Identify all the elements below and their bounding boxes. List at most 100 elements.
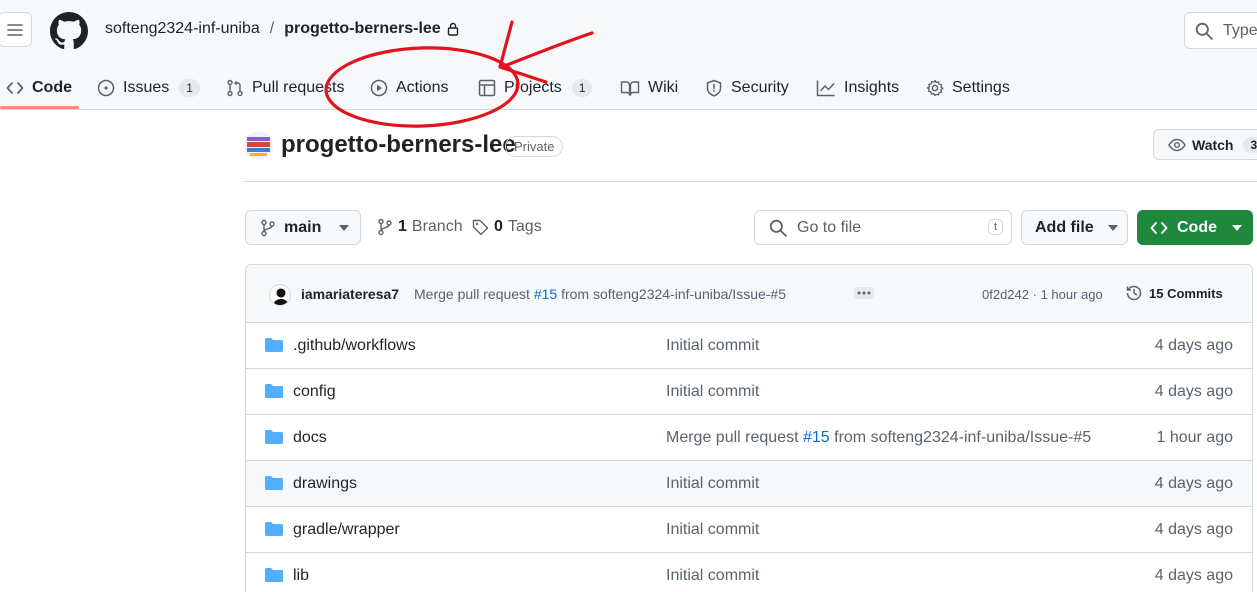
commit-hash: 0f2d242: [982, 287, 1029, 302]
file-name[interactable]: lib: [293, 567, 309, 585]
commits-link[interactable]: 15 Commits: [1125, 284, 1223, 302]
visibility-badge: Private: [505, 136, 564, 157]
shield-icon: [706, 79, 722, 97]
tab-issues-label: Issues: [123, 79, 170, 96]
branch-icon: [378, 218, 392, 236]
tag-icon: [472, 219, 489, 235]
file-row[interactable]: drawings Initial commit 4 days ago: [246, 461, 1252, 507]
search-label: Type: [1223, 21, 1257, 39]
file-name[interactable]: gradle/wrapper: [293, 521, 400, 539]
graph-icon: [816, 80, 835, 97]
menu-button[interactable]: [0, 12, 32, 47]
folder-icon: [265, 568, 283, 582]
github-logo-icon[interactable]: [50, 12, 88, 50]
play-icon: [370, 79, 388, 97]
divider: [244, 181, 1257, 182]
lock-icon: [447, 22, 458, 36]
tab-insights[interactable]: Insights: [816, 66, 899, 110]
tab-pull-requests-label: Pull requests: [252, 79, 345, 96]
commit-time: 1 hour ago: [1040, 287, 1103, 302]
tab-settings[interactable]: Settings: [926, 66, 1010, 110]
folder-icon: [265, 476, 283, 490]
go-to-file-input[interactable]: Go to file t: [754, 210, 1012, 245]
watch-button[interactable]: Watch 3: [1153, 129, 1257, 160]
owner-link[interactable]: softeng2324-inf-uniba: [105, 20, 260, 38]
add-file-label: Add file: [1035, 218, 1094, 236]
branch-icon: [261, 219, 275, 236]
file-name[interactable]: docs: [293, 429, 327, 447]
tab-security-label: Security: [731, 79, 789, 96]
file-name[interactable]: .github/workflows: [293, 337, 416, 355]
branches-link[interactable]: 1 Branch: [377, 218, 463, 236]
file-list: iamariateresa7 Merge pull request #15 fr…: [245, 264, 1253, 592]
tab-insights-label: Insights: [844, 79, 900, 96]
watch-counter: 3: [1243, 136, 1257, 153]
file-commit-date: 1 hour ago: [1156, 429, 1233, 446]
commit-hash-time[interactable]: 0f2d242 · 1 hour ago: [982, 287, 1103, 302]
gear-icon: [926, 79, 944, 97]
repo-link[interactable]: progetto-berners-lee: [284, 20, 440, 38]
file-commit-date: 4 days ago: [1154, 383, 1233, 400]
tab-projects-label: Projects: [504, 79, 562, 96]
table-icon: [478, 79, 496, 97]
file-row[interactable]: .github/workflows Initial commit 4 days …: [246, 323, 1252, 369]
commit-message-prefix: Merge pull request: [414, 286, 530, 302]
issue-icon: [97, 79, 115, 97]
file-commit-message[interactable]: Initial commit: [666, 567, 759, 585]
search-icon: [1195, 22, 1213, 40]
expand-commit-button[interactable]: [854, 287, 874, 299]
eye-icon: [1168, 138, 1186, 151]
file-commit-date: 4 days ago: [1154, 567, 1233, 584]
file-commit-message[interactable]: Merge pull request #15 from softeng2324-…: [666, 429, 1091, 447]
tab-actions[interactable]: Actions: [370, 66, 448, 110]
pull-request-link[interactable]: #15: [803, 429, 830, 446]
file-row[interactable]: docs Merge pull request #15 from softeng…: [246, 415, 1252, 461]
tab-code[interactable]: Code: [6, 66, 72, 110]
file-commit-date: 4 days ago: [1154, 337, 1233, 354]
commit-author[interactable]: iamariateresa7: [301, 286, 399, 302]
tab-wiki[interactable]: Wiki: [620, 66, 678, 110]
tab-projects[interactable]: Projects 1: [478, 66, 593, 110]
tab-issues[interactable]: Issues 1: [97, 66, 200, 110]
author-avatar[interactable]: [269, 284, 291, 306]
file-commit-message-suffix: from softeng2324-inf-uniba/Issue-#5: [834, 429, 1092, 446]
file-commit-message-prefix: Merge pull request: [666, 429, 799, 446]
file-row[interactable]: gradle/wrapper Initial commit 4 days ago: [246, 507, 1252, 553]
hamburger-icon: [7, 23, 23, 36]
tags-link[interactable]: 0 Tags: [472, 218, 542, 236]
code-button[interactable]: Code: [1137, 210, 1253, 245]
tab-security[interactable]: Security: [705, 66, 789, 110]
file-commit-message[interactable]: Initial commit: [666, 475, 759, 493]
file-commit-date: 4 days ago: [1154, 475, 1233, 492]
file-commit-message[interactable]: Initial commit: [666, 521, 759, 539]
file-commit-message[interactable]: Initial commit: [666, 383, 759, 401]
file-name[interactable]: config: [293, 383, 336, 401]
tab-actions-label: Actions: [396, 79, 449, 96]
go-to-file-placeholder: Go to file: [797, 218, 862, 236]
code-button-label: Code: [1177, 218, 1217, 236]
add-file-button[interactable]: Add file: [1021, 210, 1128, 245]
issues-counter: 1: [179, 79, 200, 97]
commits-count-label: 15 Commits: [1149, 285, 1223, 301]
tags-count: 0: [494, 218, 503, 235]
file-row[interactable]: config Initial commit 4 days ago: [246, 369, 1252, 415]
branches-count: 1: [398, 218, 407, 235]
tags-label: Tags: [507, 218, 542, 235]
projects-counter: 1: [571, 79, 593, 97]
book-icon: [620, 81, 640, 96]
history-icon: [1126, 285, 1142, 301]
file-commit-message[interactable]: Initial commit: [666, 337, 759, 355]
search-button[interactable]: Type: [1184, 12, 1257, 49]
file-row[interactable]: lib Initial commit 4 days ago: [246, 553, 1252, 592]
branch-selector[interactable]: main: [245, 210, 361, 245]
tab-pull-requests[interactable]: Pull requests: [226, 66, 345, 110]
file-name[interactable]: drawings: [293, 475, 357, 493]
pull-request-link[interactable]: #15: [534, 286, 557, 302]
repo-title[interactable]: progetto-berners-lee: [281, 131, 516, 159]
commit-message[interactable]: Merge pull request #15 from softeng2324-…: [414, 286, 786, 302]
watch-label: Watch: [1192, 136, 1234, 153]
chevron-down-icon: [1107, 224, 1118, 231]
repo-header: softeng2324-inf-uniba / progetto-berners…: [0, 0, 1257, 110]
ellipsis-icon: [857, 291, 871, 295]
code-icon: [1150, 221, 1168, 234]
